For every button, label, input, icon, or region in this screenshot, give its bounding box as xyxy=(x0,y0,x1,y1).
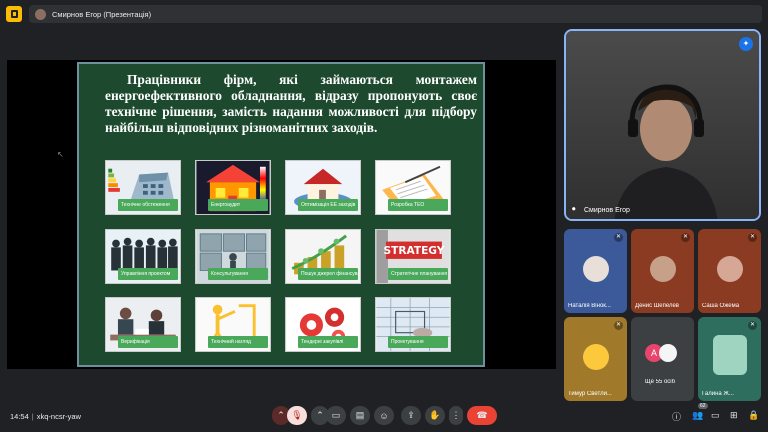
tile-caption: Технічний нагляд xyxy=(208,336,268,348)
mic-off-icon: ✕ xyxy=(614,233,623,242)
avatar xyxy=(659,344,677,362)
slide-tile-optimization: Оптимізація ЕЕ заходів xyxy=(285,160,361,215)
presenter-avatar xyxy=(35,8,46,20)
raise-hand-button[interactable]: ✋ xyxy=(425,406,445,425)
participant-tile[interactable]: ✕ Тимур Светли... xyxy=(564,317,627,401)
tile-caption: Розробка ТЕО xyxy=(388,199,448,211)
meet-app-icon[interactable] xyxy=(6,6,22,22)
more-options-button[interactable]: ⋮ xyxy=(449,406,463,425)
more-participants-tile[interactable]: А Ще 55 осіб xyxy=(631,317,694,401)
presentation-slide: Працівники фірм, які займаються монтажем… xyxy=(77,62,485,367)
avatar xyxy=(716,256,743,282)
tile-caption: Пошук джерел фінансування xyxy=(298,268,358,280)
slide-tile-funding: Пошук джерел фінансування xyxy=(285,229,361,284)
participant-tile[interactable]: ✕ Саша Ожема xyxy=(698,229,761,313)
pin-icon[interactable]: ✦ xyxy=(739,37,753,51)
tile-caption: Технічне обстеження xyxy=(118,199,178,211)
separator: | xyxy=(31,412,34,421)
emoji-button[interactable]: ☺ xyxy=(374,406,394,425)
clock-time: 14:54 xyxy=(10,412,29,421)
mouse-cursor-icon: ↖ xyxy=(57,150,64,159)
meeting-code: xkq-ncsr-yaw xyxy=(36,412,81,421)
info-icon[interactable]: ⓘ xyxy=(672,410,681,423)
slide-tile-design: Проектування xyxy=(375,297,451,352)
camera-toggle-button[interactable]: ▭ xyxy=(326,406,346,425)
participant-tile[interactable]: ✕ Галина Ж... xyxy=(698,317,761,401)
mic-off-icon: ✕ xyxy=(748,321,757,330)
end-call-button[interactable]: ☎ xyxy=(467,406,497,425)
host-controls-icon[interactable]: 🔒 xyxy=(748,410,759,421)
tile-caption: Тендерні закупівлі xyxy=(298,336,358,348)
tile-caption: Стратегічне планування xyxy=(388,268,448,280)
tile-caption: Проектування xyxy=(388,336,448,348)
tile-caption: Управління проектом xyxy=(118,268,178,280)
participant-name: Галина Ж... xyxy=(702,391,734,397)
activities-icon[interactable]: ⊞ xyxy=(730,410,738,421)
meeting-info: 14:54 | xkq-ncsr-yaw xyxy=(10,412,81,421)
avatar xyxy=(712,335,747,375)
present-button[interactable]: ⇪ xyxy=(401,406,421,425)
tile-caption: Консультування xyxy=(208,268,268,280)
participant-tile[interactable]: ✕ Денис Шепелев xyxy=(631,229,694,313)
mic-off-icon: ✕ xyxy=(748,233,757,242)
mic-icon: ⏺ xyxy=(572,206,576,213)
slide-tile-consulting: Консультування xyxy=(195,229,271,284)
participant-name: Тимур Светли... xyxy=(568,391,612,397)
slide-tile-strategic-planning: STRATEGY Стратегічне планування xyxy=(375,229,451,284)
slide-tile-feasibility: Розробка ТЕО xyxy=(375,160,451,215)
participant-name: Наталія Вінок... xyxy=(568,303,611,309)
participant-name: Саша Ожема xyxy=(702,303,740,309)
people-count-badge: 62 xyxy=(698,403,708,409)
mic-off-icon: ✕ xyxy=(681,233,690,242)
slide-tile-energy-audit: Енергоаудит xyxy=(195,160,271,215)
self-view-tile[interactable]: ✦ ⏺ Смирнов Егор xyxy=(564,29,761,221)
avatar xyxy=(649,256,676,282)
slide-tile-supervision: Технічний нагляд xyxy=(195,297,271,352)
tile-caption: Верифікація xyxy=(118,336,178,348)
participant-tile[interactable]: ✕ Наталія Вінок... xyxy=(564,229,627,313)
people-icon[interactable]: 👥 xyxy=(692,410,703,421)
mic-toggle-button[interactable]: 🎙 xyxy=(287,406,307,425)
slide-tile-verification: Верифікація xyxy=(105,297,181,352)
bottom-bar: 14:54 | xkq-ncsr-yaw ⌃ 🎙 ⌃ ▭ ▤ ☺ ⇪ ✋ ⋮ ☎ ⓘ… xyxy=(0,400,768,432)
slide-tile-project-management: Управління проектом xyxy=(105,229,181,284)
tile-caption: Енергоаудит xyxy=(208,199,268,211)
chat-icon[interactable]: ▭ xyxy=(711,410,720,421)
slide-tile-tenders: Тендерні закупівлі xyxy=(285,297,361,352)
tile-caption: Оптимізація ЕЕ заходів xyxy=(298,199,358,211)
thinking-emoji-avatar xyxy=(582,344,609,370)
presenter-chip[interactable]: Смирнов Егор (Презентація) xyxy=(29,5,762,23)
presenter-label: Смирнов Егор (Презентація) xyxy=(52,9,152,19)
slide-title: Працівники фірм, які займаються монтажем… xyxy=(105,72,477,135)
person-video-icon xyxy=(614,84,718,219)
top-bar: Смирнов Егор (Презентація) xyxy=(0,0,768,28)
svg-text:STRATEGY: STRATEGY xyxy=(383,245,444,257)
slide-tile-technical-inspection: Технічне обстеження xyxy=(105,160,181,215)
avatar xyxy=(582,256,609,282)
mic-off-icon: ✕ xyxy=(614,321,623,330)
participant-name: Ще 55 осіб xyxy=(645,379,676,385)
self-view-name: Смирнов Егор xyxy=(584,207,630,214)
captions-button[interactable]: ▤ xyxy=(350,406,370,425)
participant-name: Денис Шепелев xyxy=(635,303,679,309)
